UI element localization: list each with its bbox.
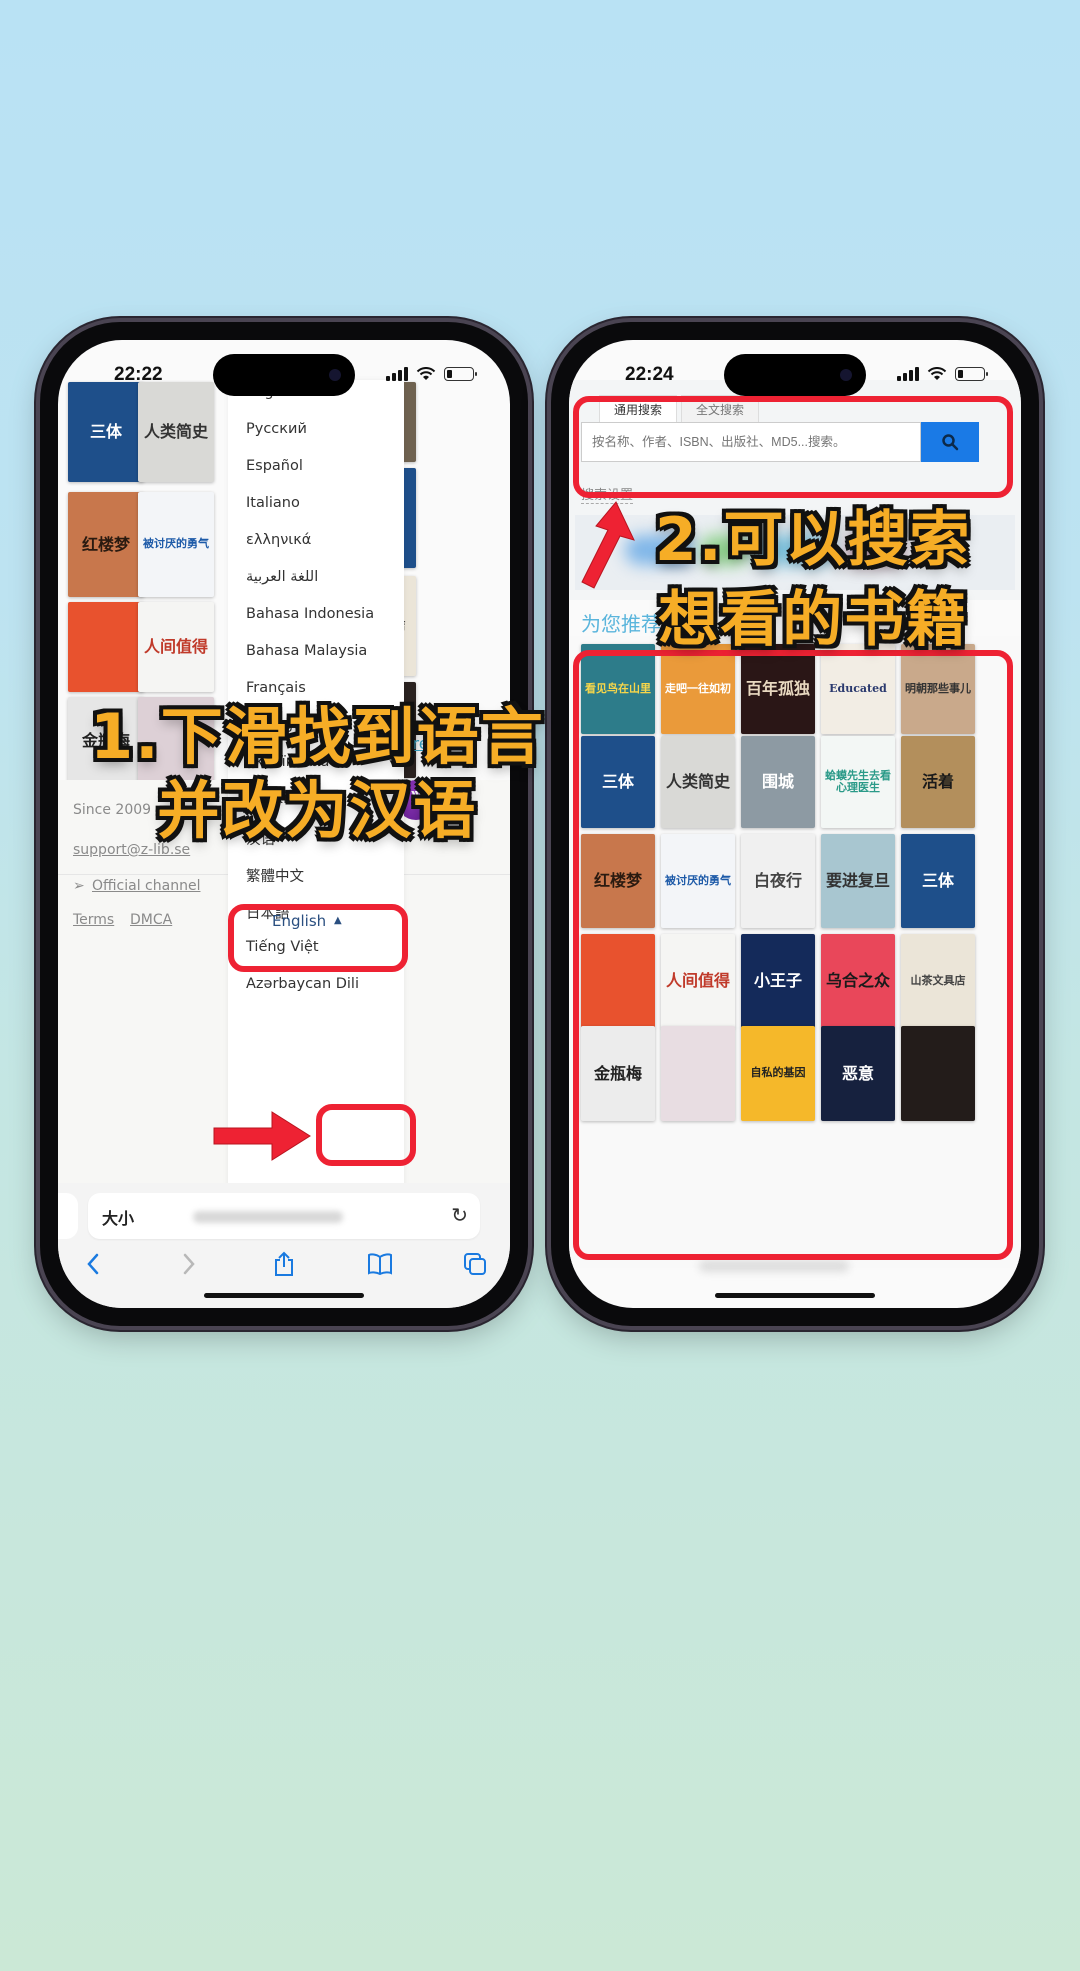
highlight-chinese-option xyxy=(228,904,408,972)
wifi-icon xyxy=(416,367,436,380)
book-title: 人类简史 xyxy=(143,422,208,442)
url-text-blurred xyxy=(193,1211,343,1223)
red-arrow-icon xyxy=(581,501,635,589)
terms-link[interactable]: Terms xyxy=(73,912,114,928)
book-cover[interactable]: 三体 xyxy=(68,382,144,482)
book-cover[interactable]: 人类简史 xyxy=(138,382,214,482)
previous-tab-pill[interactable] xyxy=(58,1193,78,1239)
caption-step-1-line2: 并改为汉语 xyxy=(157,774,478,847)
signal-icon xyxy=(386,367,408,381)
book-title: 人间值得 xyxy=(143,637,208,657)
home-indicator xyxy=(715,1293,875,1298)
book-cover[interactable]: 被讨厌的勇气 xyxy=(138,492,214,597)
highlight-book-grid xyxy=(573,650,1013,1260)
red-arrow-icon xyxy=(213,1111,311,1161)
bookmarks-icon[interactable] xyxy=(365,1249,395,1279)
url-text-blurred xyxy=(699,1260,849,1272)
dynamic-island xyxy=(724,354,866,396)
telegram-icon: ➢ xyxy=(73,878,85,894)
status-time: 22:24 xyxy=(625,364,674,385)
language-option[interactable]: Bahasa Malaysia xyxy=(246,643,367,659)
language-option[interactable]: ελληνικά xyxy=(246,532,311,548)
share-icon[interactable] xyxy=(269,1249,299,1279)
book-title: 三体 xyxy=(89,422,122,442)
caption-step-1-line1: 1.下滑找到语言 xyxy=(90,700,545,773)
reload-icon[interactable]: ↻ xyxy=(451,1203,468,1227)
caption-step-2-line1: 2.可以搜索 xyxy=(655,505,972,575)
status-time: 22:22 xyxy=(114,364,163,385)
book-cover[interactable]: 人间值得 xyxy=(138,602,214,692)
battery-icon xyxy=(444,367,477,381)
address-bar[interactable]: 大小 ↻ xyxy=(88,1193,480,1239)
official-channel-link[interactable]: Official channel xyxy=(92,878,200,894)
recommend-title: 为您推荐 xyxy=(581,612,661,636)
dynamic-island xyxy=(213,354,355,396)
home-indicator xyxy=(204,1293,364,1298)
dmca-link[interactable]: DMCA xyxy=(130,912,172,928)
text-size-button[interactable]: 大小 xyxy=(102,1205,134,1229)
caption-step-1: 1.下滑找到语言 并改为汉语 xyxy=(90,700,545,848)
caption-step-2: 2.可以搜索 想看的书籍 xyxy=(655,500,972,660)
highlight-search-area xyxy=(573,396,1013,498)
signal-icon xyxy=(897,367,919,381)
safari-toolbar xyxy=(58,1249,510,1285)
book-cover[interactable] xyxy=(68,602,144,692)
language-option[interactable]: اللغة العربية xyxy=(246,569,318,585)
language-option[interactable]: Italiano xyxy=(246,495,300,511)
caption-step-2-line2: 想看的书籍 xyxy=(658,585,969,655)
language-option[interactable]: Русский xyxy=(246,421,307,437)
book-cover[interactable]: 红楼梦 xyxy=(68,492,144,597)
forward-icon[interactable] xyxy=(174,1249,204,1279)
language-option[interactable]: Français xyxy=(246,680,306,696)
back-icon[interactable] xyxy=(78,1249,108,1279)
language-option[interactable]: 繁體中文 xyxy=(246,865,304,886)
book-title: 被讨厌的勇气 xyxy=(143,537,209,551)
safari-bottom-bar: 大小 ↻ xyxy=(58,1183,510,1308)
language-option[interactable]: Español xyxy=(246,458,303,474)
highlight-language-selector xyxy=(316,1104,416,1166)
tabs-icon[interactable] xyxy=(460,1249,490,1279)
wifi-icon xyxy=(927,367,947,380)
book-title xyxy=(102,643,110,651)
language-option[interactable]: Azərbaycan Dili xyxy=(246,976,359,992)
language-option[interactable]: Bahasa Indonesia xyxy=(246,606,374,622)
book-title: 红楼梦 xyxy=(81,534,130,554)
battery-icon xyxy=(955,367,988,381)
